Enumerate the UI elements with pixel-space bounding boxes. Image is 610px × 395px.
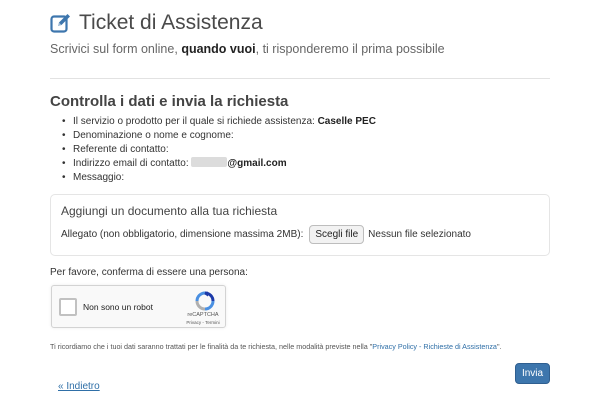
summary-label: Messaggio:: [73, 172, 125, 183]
choose-file-button[interactable]: Scegli file: [309, 225, 365, 244]
recaptcha-links: Privacy - Termini: [180, 320, 226, 325]
subtitle-text-end: , ti risponderemo il prima possibile: [255, 42, 445, 56]
redacted-email-user: [191, 157, 228, 167]
summary-item-name: Denominazione o nome e cognome:: [60, 129, 376, 143]
back-link[interactable]: « Indietro: [58, 381, 100, 392]
human-confirm-prompt: Per favore, conferma di essere una perso…: [50, 267, 248, 278]
summary-item-message: Messaggio:: [60, 171, 376, 185]
page-header: Ticket di Assistenza Scrivici sul form o…: [50, 10, 445, 56]
subtitle-text: Scrivici sul form online,: [50, 42, 178, 56]
recaptcha-terms-link[interactable]: Termini: [205, 320, 220, 325]
recaptcha-label: Non sono un robot: [83, 302, 153, 312]
summary-item-referent: Referente di contatto:: [60, 143, 376, 157]
recaptcha-privacy-link[interactable]: Privacy: [186, 320, 201, 325]
summary-label: Denominazione o nome e cognome:: [73, 130, 234, 141]
summary-value: Caselle PEC: [317, 116, 376, 127]
privacy-note: Ti ricordiamo che i tuoi dati saranno tr…: [50, 342, 502, 351]
attachment-title: Aggiungi un documento alla tua richiesta: [61, 204, 278, 218]
privacy-note-text: Ti ricordiamo che i tuoi dati saranno tr…: [50, 342, 373, 351]
recaptcha-widget: Non sono un robot reCAPTCHA Privacy - Te…: [51, 285, 226, 328]
page-subtitle: Scrivici sul form online, quando vuoi, t…: [50, 42, 445, 56]
summary-item-service: Il servizio o prodotto per il quale si r…: [60, 115, 376, 129]
submit-button[interactable]: Invia: [515, 363, 550, 384]
attachment-panel: Aggiungi un documento alla tua richiesta…: [50, 194, 550, 256]
subtitle-emphasis: quando vuoi: [181, 42, 256, 56]
recaptcha-brand: reCAPTCHA: [187, 312, 219, 318]
recaptcha-logo-icon: [195, 291, 215, 311]
edit-icon: [50, 12, 72, 34]
summary-label: Referente di contatto:: [73, 144, 169, 155]
attachment-label: Allegato (non obbligatorio, dimensione m…: [61, 229, 304, 240]
title-row: Ticket di Assistenza: [50, 10, 445, 36]
review-section-title: Controlla i dati e invia la richiesta: [50, 93, 289, 110]
request-summary-list: Il servizio o prodotto per il quale si r…: [60, 115, 376, 185]
privacy-policy-link[interactable]: Privacy Policy - Richieste di Assistenza: [372, 342, 497, 351]
privacy-note-end: ".: [496, 342, 502, 351]
recaptcha-checkbox[interactable]: [59, 298, 77, 316]
summary-item-email: Indirizzo email di contatto: @gmail.com: [60, 157, 376, 171]
summary-label: Il servizio o prodotto per il quale si r…: [73, 116, 315, 127]
file-status: Nessun file selezionato: [368, 229, 471, 240]
page-title: Ticket di Assistenza: [79, 11, 263, 34]
header-divider: [50, 78, 550, 79]
summary-value: @gmail.com: [227, 158, 287, 169]
summary-label: Indirizzo email di contatto:: [73, 158, 189, 169]
attachment-row: Allegato (non obbligatorio, dimensione m…: [61, 225, 471, 244]
